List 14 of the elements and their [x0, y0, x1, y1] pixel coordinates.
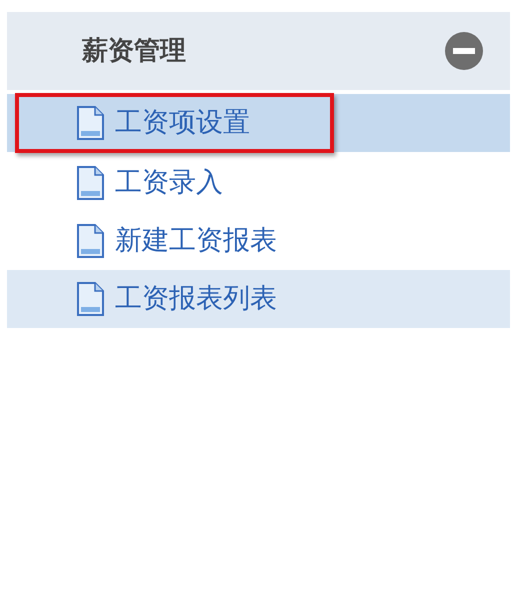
document-icon [75, 281, 105, 317]
menu-item-label: 工资报表列表 [115, 282, 277, 316]
panel-title: 薪资管理 [82, 34, 186, 68]
collapse-icon[interactable] [444, 31, 484, 71]
document-icon [75, 105, 105, 141]
document-icon [75, 165, 105, 201]
menu-item[interactable]: 工资录入 [7, 154, 510, 212]
menu-item-label: 工资录入 [115, 166, 223, 200]
menu-item[interactable]: 新建工资报表 [7, 212, 510, 270]
document-icon [75, 223, 105, 259]
menu-item-label: 新建工资报表 [115, 224, 277, 258]
menu-item[interactable]: 工资报表列表 [7, 270, 510, 328]
menu-item[interactable]: 工资项设置 [7, 94, 510, 152]
menu-item-label: 工资项设置 [115, 106, 250, 140]
